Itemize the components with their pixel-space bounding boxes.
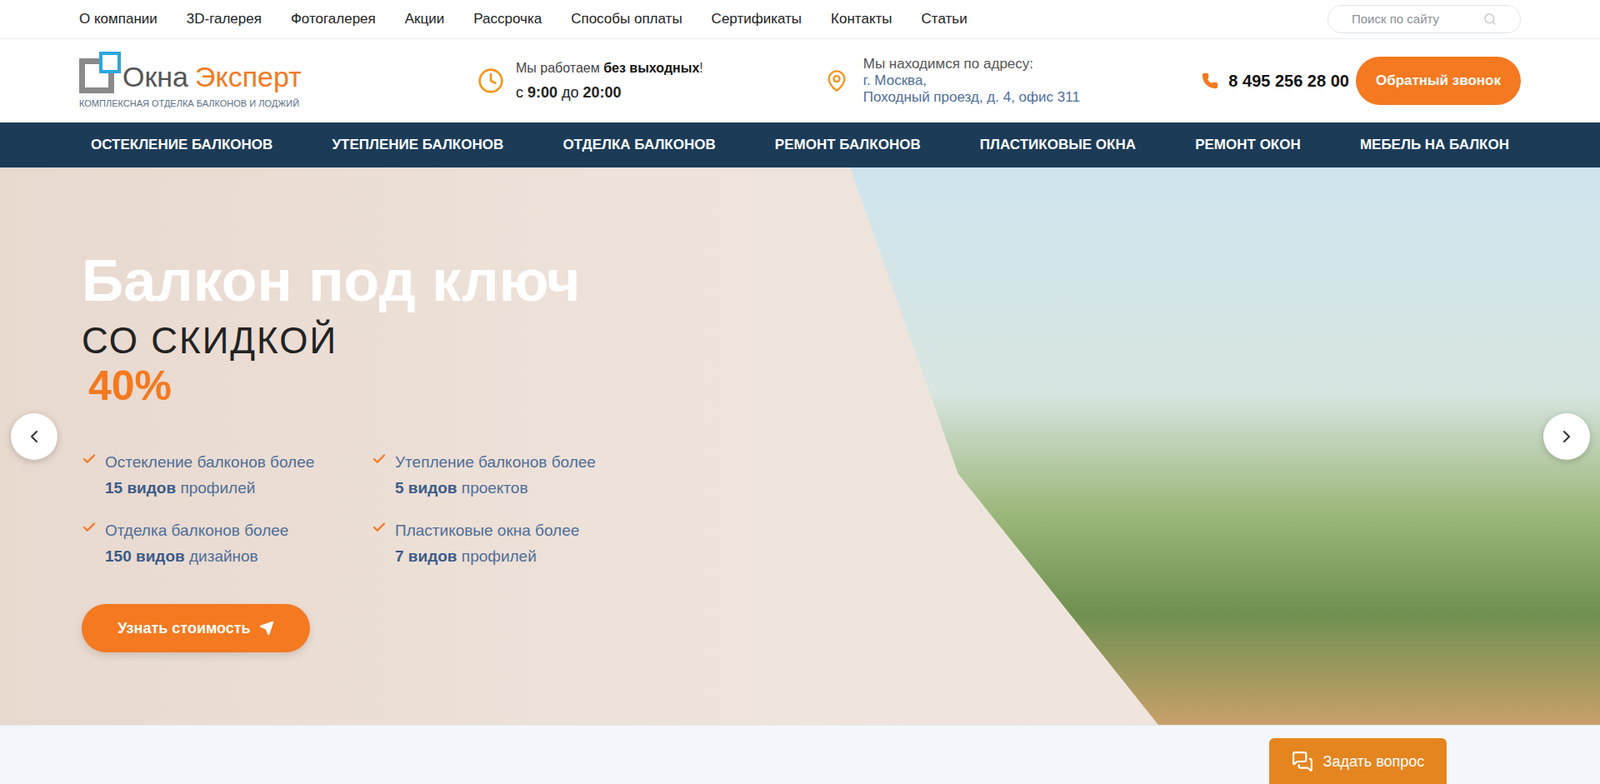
top-nav-item[interactable]: Статьи — [921, 8, 968, 30]
callback-button[interactable]: Обратный звонок — [1355, 56, 1521, 105]
top-nav-item[interactable]: О компании — [79, 8, 158, 30]
main-nav-item[interactable]: УТЕПЛЕНИЕ БАЛКОНОВ — [320, 134, 516, 156]
get-price-button[interactable]: Узнать стоимость — [81, 604, 310, 653]
hero-features: Остекление балконов более15 видов профил… — [81, 449, 1600, 570]
hero-feature: Отделка балконов более150 видов дизайнов — [81, 517, 372, 570]
content-strip: Задать вопрос — [0, 725, 1600, 784]
top-nav-item[interactable]: Способы оплаты — [570, 8, 682, 30]
main-nav-item[interactable]: МЕБЕЛЬ НА БАЛКОН — [1348, 134, 1521, 156]
map-pin-icon — [825, 69, 849, 93]
main-nav: ОСТЕКЛЕНИЕ БАЛКОНОВ УТЕПЛЕНИЕ БАЛКОНОВ ОТД… — [0, 122, 1600, 168]
top-nav: О компании 3D-галерея Фотогалерея Акции Расс… — [0, 0, 1600, 40]
hero-slider: Балкон под ключСО СКИДКОЙ40% Остекление б… — [0, 167, 1600, 725]
top-nav-item[interactable]: Контакты — [830, 8, 892, 30]
hero-title: Балкон под ключ — [81, 245, 1600, 316]
top-nav-item[interactable]: Сертификаты — [711, 8, 802, 30]
check-icon — [371, 451, 387, 467]
check-icon — [371, 520, 387, 535]
main-nav-item[interactable]: ПЛАСТИКОВЫЕ ОКНА — [968, 134, 1148, 156]
check-icon — [81, 520, 97, 535]
hero-feature: Утепление балконов более5 видов проектов — [371, 449, 622, 501]
chevron-left-icon — [24, 426, 45, 447]
hero-feature: Пластиковые окна более7 видов профилей — [371, 517, 622, 570]
top-nav-item[interactable]: 3D-галерея — [186, 8, 262, 30]
main-nav-item[interactable]: РЕМОНТ БАЛКОНОВ — [763, 134, 933, 156]
logo[interactable]: ОкнаЭкспертКОМПЛЕКСНАЯ ОТДЕЛКА БАЛКОНОВ … — [79, 51, 330, 111]
clock-icon — [477, 67, 505, 95]
main-nav-item[interactable]: ОСТЕКЛЕНИЕ БАЛКОНОВ — [79, 134, 285, 156]
hero-discount: 40% — [88, 362, 1600, 410]
chat-icon — [1291, 750, 1314, 773]
logo-tagline: КОМПЛЕКСНАЯ ОТДЕЛКА БАЛКОНОВ И ЛОДЖИЙ — [79, 96, 330, 111]
search-field[interactable]: Поиск по сайту — [1327, 5, 1521, 34]
top-nav-item[interactable]: Фотогалерея — [290, 8, 376, 30]
page: О компании 3D-галерея Фотогалерея Акции Расс… — [0, 0, 1600, 784]
next-slide-button[interactable] — [1543, 413, 1590, 460]
top-nav-item[interactable]: Рассрочка — [473, 8, 542, 30]
check-icon — [81, 451, 97, 467]
hero-feature: Остекление балконов более15 видов профил… — [81, 449, 372, 501]
main-nav-item[interactable]: РЕМОНТ ОКОН — [1183, 134, 1313, 156]
search-icon[interactable] — [1483, 12, 1497, 26]
main-nav-item[interactable]: ОТДЕЛКА БАЛКОНОВ — [550, 134, 727, 156]
phone-number[interactable]: 8 495 256 28 00 — [1228, 68, 1350, 94]
logo-icon — [79, 51, 121, 94]
working-hours: Мы работаем без выходных!с 9:00 до 20:00 — [477, 58, 704, 105]
header: ОкнаЭкспертКОМПЛЕКСНАЯ ОТДЕЛКА БАЛКОНОВ … — [0, 39, 1600, 123]
hero-subtitle: СО СКИДКОЙ — [81, 319, 1600, 363]
ask-question-button[interactable]: Задать вопрос — [1269, 738, 1447, 784]
phone-icon — [1201, 72, 1219, 90]
chevron-right-icon — [1556, 426, 1577, 447]
prev-slide-button[interactable] — [10, 413, 58, 460]
address: Мы находимся по адресу:г. Москва,Походны… — [825, 55, 1080, 106]
top-nav-item[interactable]: Акции — [405, 8, 445, 30]
arrow-icon — [259, 620, 275, 636]
